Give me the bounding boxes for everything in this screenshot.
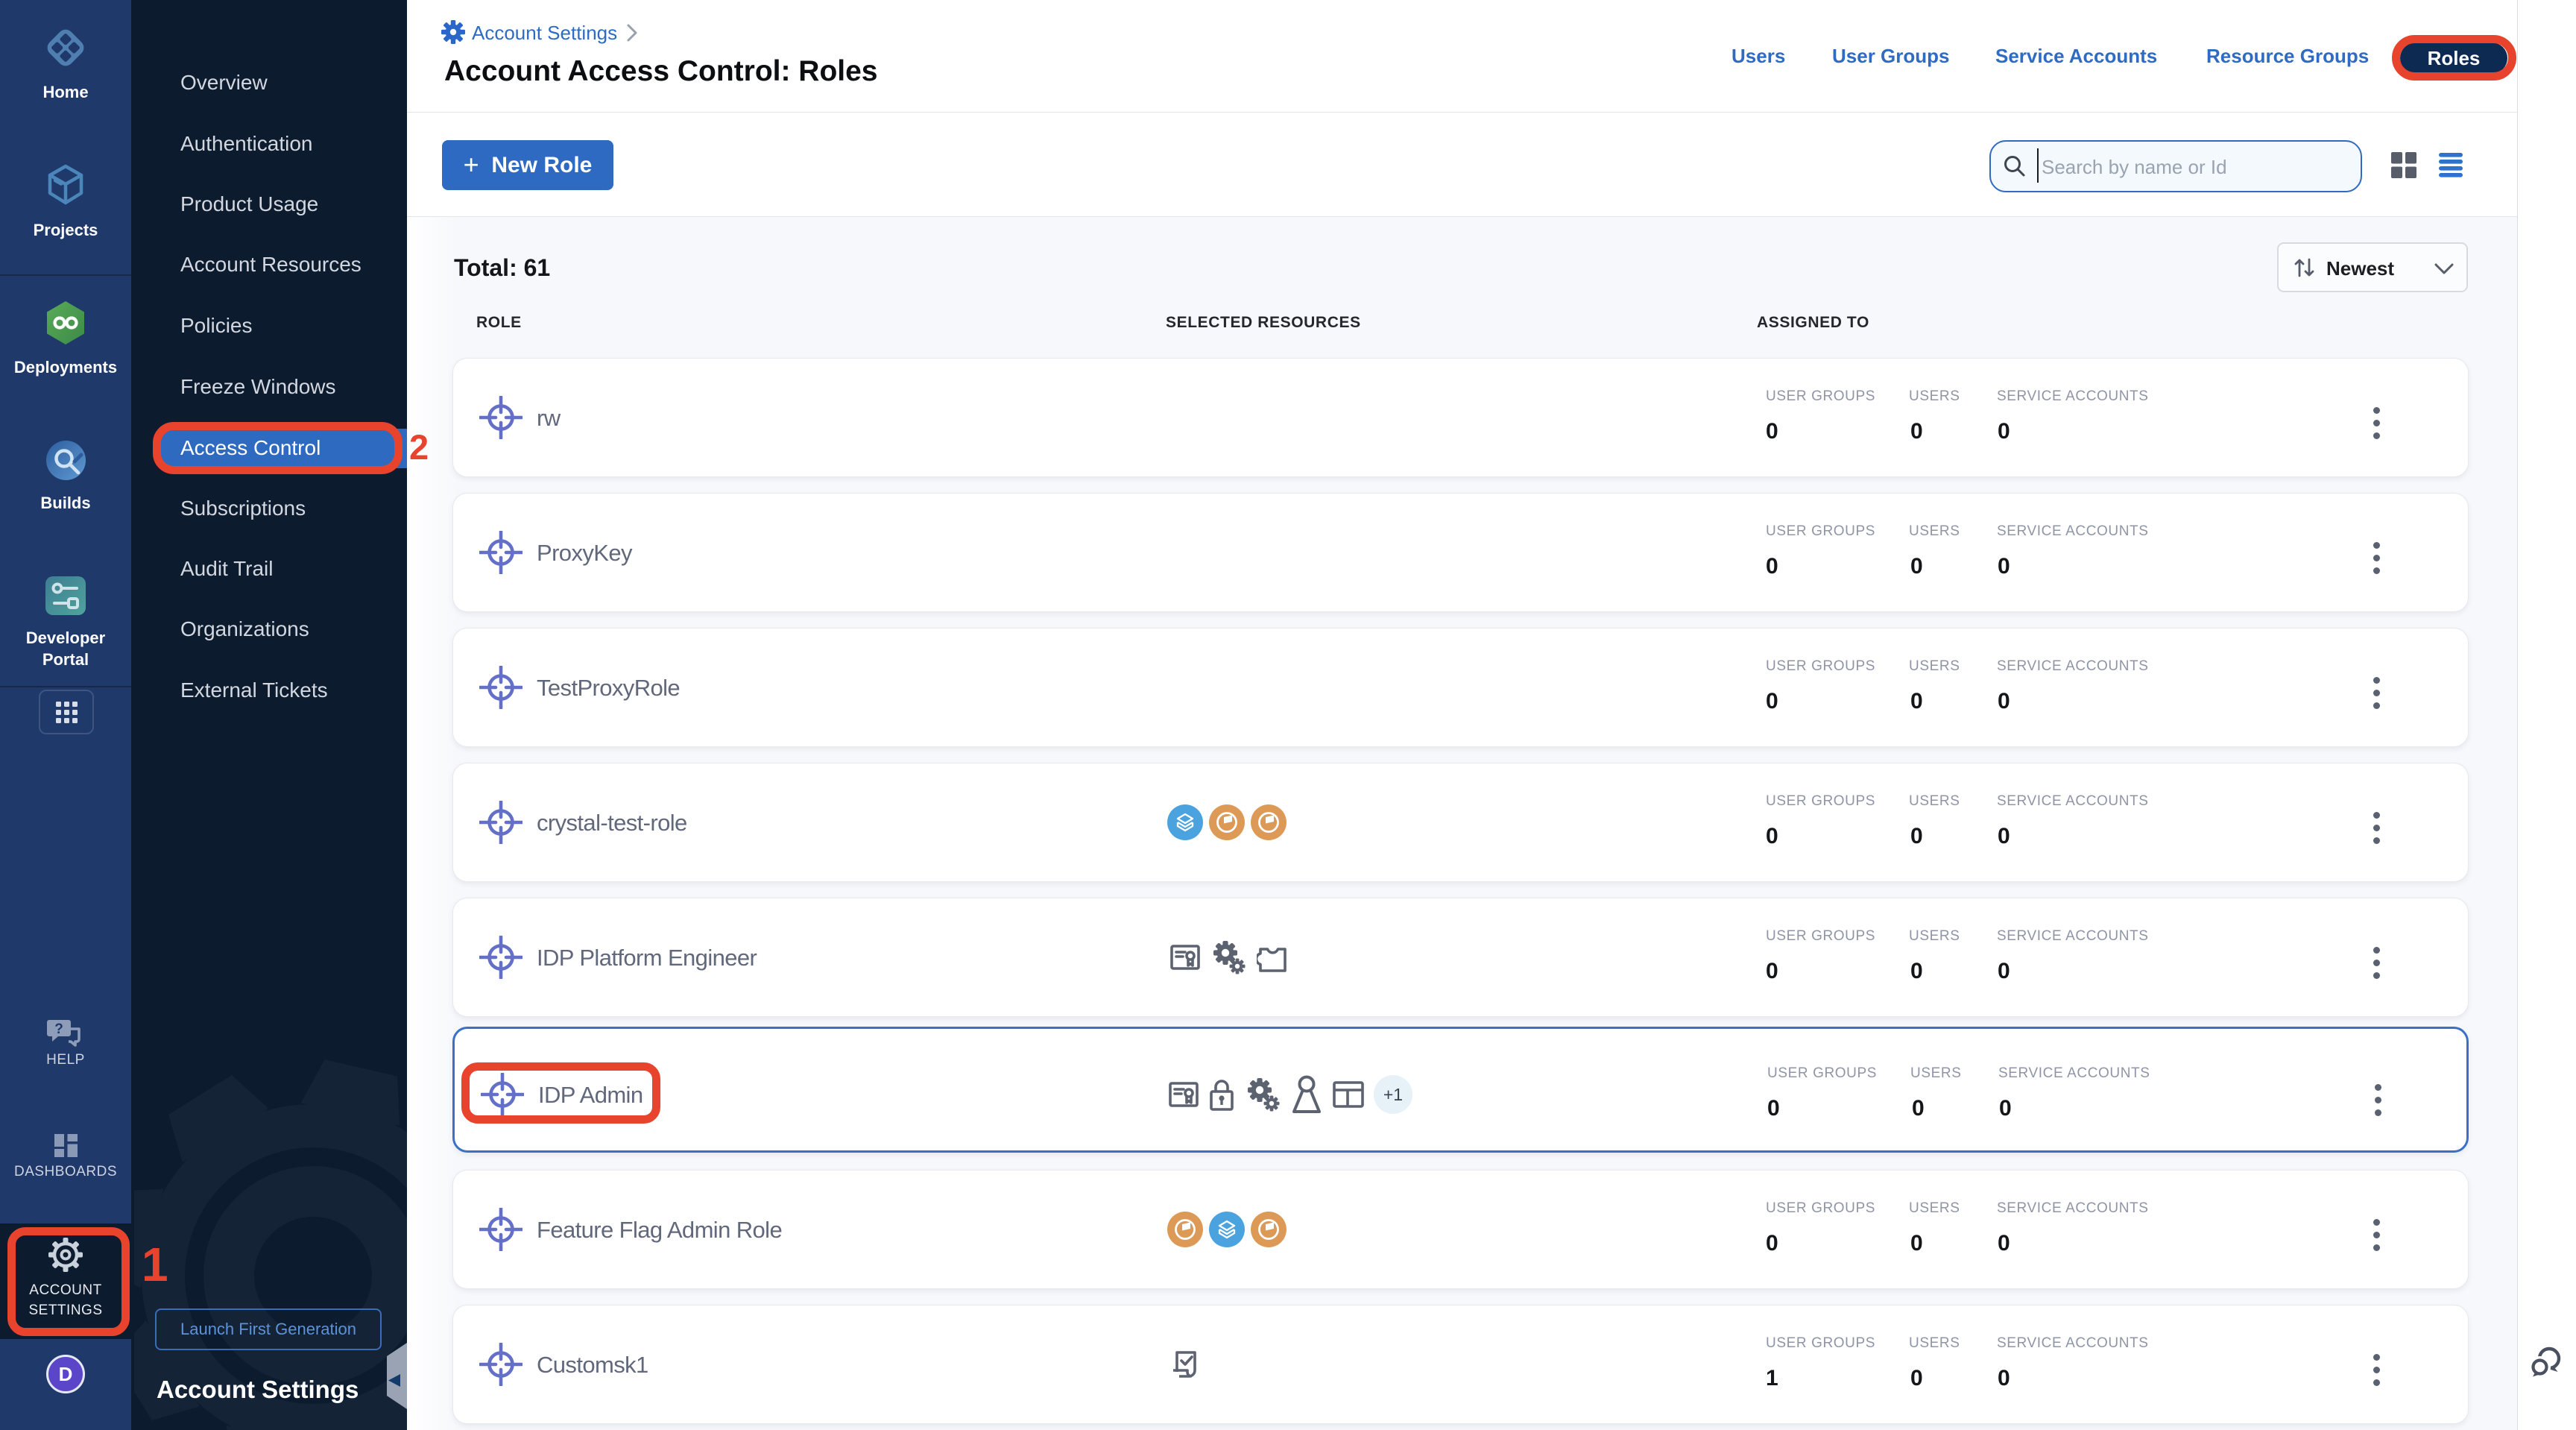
- svg-text:?: ?: [54, 1021, 63, 1037]
